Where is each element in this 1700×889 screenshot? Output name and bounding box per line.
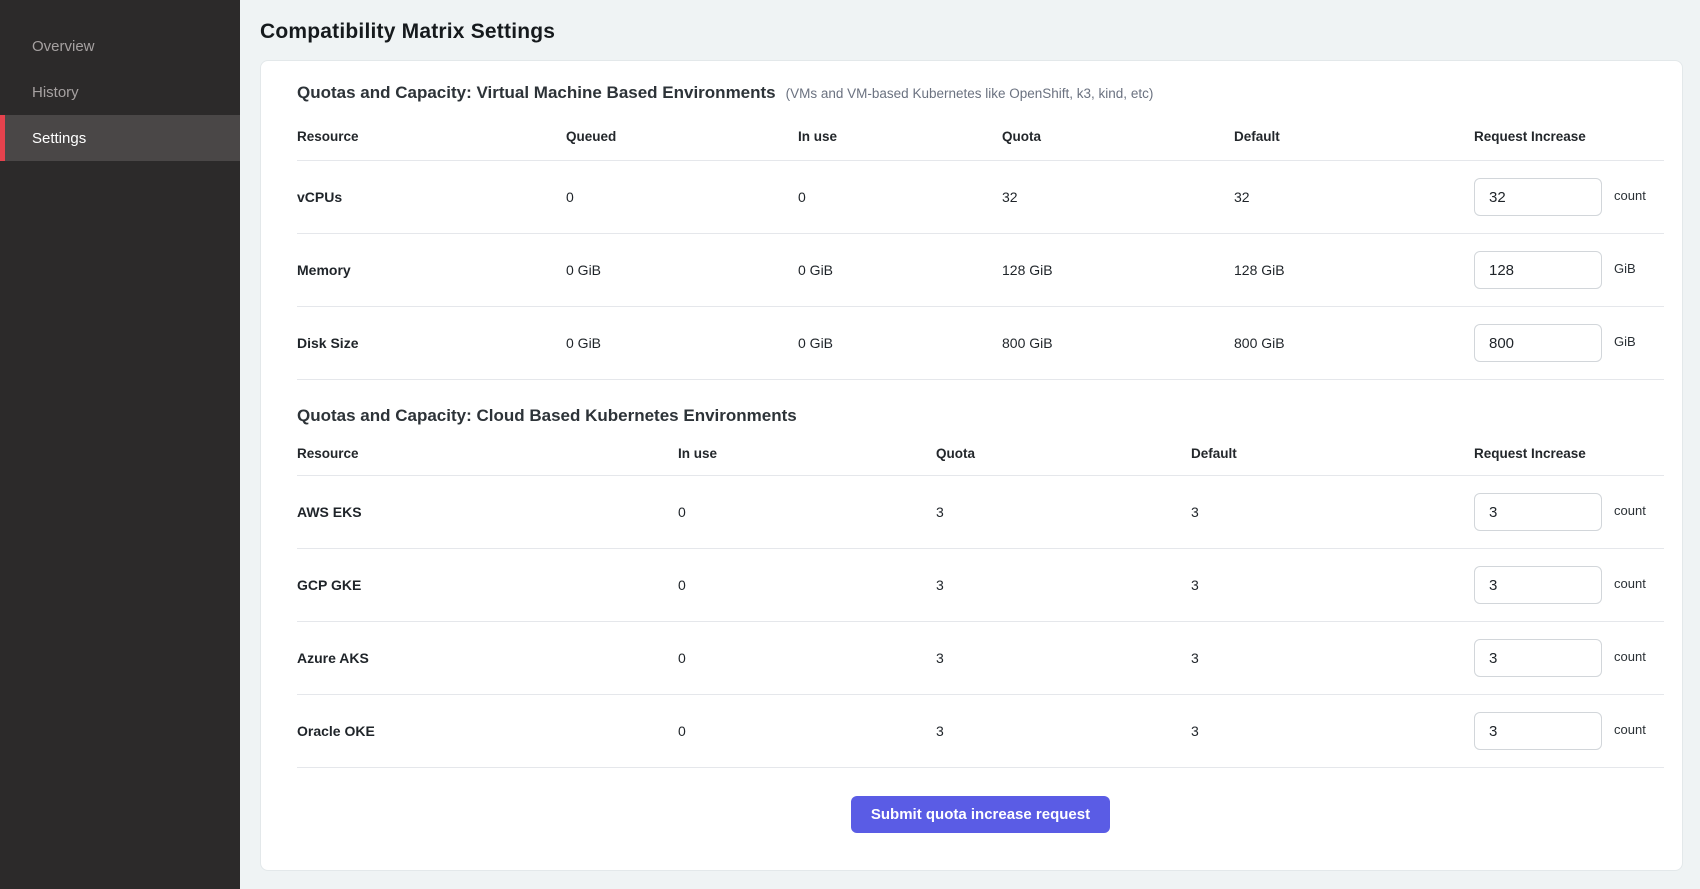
in-use-value: 0 bbox=[798, 189, 1002, 205]
cloud-quota-table: Resource In use Quota Default Request In… bbox=[297, 426, 1664, 768]
column-header-default: Default bbox=[1234, 129, 1474, 144]
quota-value: 3 bbox=[936, 723, 1191, 739]
column-header-request-increase: Request Increase bbox=[1474, 446, 1664, 461]
gcp-gke-request-input[interactable] bbox=[1474, 566, 1602, 604]
quota-value: 32 bbox=[1002, 189, 1234, 205]
table-row-memory: Memory 0 GiB 0 GiB 128 GiB 128 GiB GiB bbox=[297, 234, 1664, 307]
column-header-request-increase: Request Increase bbox=[1474, 129, 1664, 144]
request-increase-cell: GiB bbox=[1474, 251, 1664, 289]
column-header-in-use: In use bbox=[678, 446, 936, 461]
request-increase-cell: GiB bbox=[1474, 324, 1664, 362]
unit-label: count bbox=[1614, 503, 1646, 518]
table-row-aws-eks: AWS EKS 0 3 3 count bbox=[297, 476, 1664, 549]
column-header-in-use: In use bbox=[798, 129, 1002, 144]
default-value: 3 bbox=[1191, 504, 1474, 520]
in-use-value: 0 GiB bbox=[798, 335, 1002, 351]
request-increase-cell: count bbox=[1474, 712, 1664, 750]
sidebar: Overview History Settings bbox=[0, 0, 240, 889]
column-header-quota: Quota bbox=[1002, 129, 1234, 144]
table-row-azure-aks: Azure AKS 0 3 3 count bbox=[297, 622, 1664, 695]
vcpus-request-input[interactable] bbox=[1474, 178, 1602, 216]
oracle-oke-request-input[interactable] bbox=[1474, 712, 1602, 750]
default-value: 3 bbox=[1191, 723, 1474, 739]
column-header-queued: Queued bbox=[566, 129, 798, 144]
default-value: 800 GiB bbox=[1234, 335, 1474, 351]
request-increase-cell: count bbox=[1474, 493, 1664, 531]
in-use-value: 0 bbox=[678, 650, 936, 666]
cloud-section-header: Quotas and Capacity: Cloud Based Kuberne… bbox=[297, 406, 1664, 426]
quota-value: 3 bbox=[936, 577, 1191, 593]
queued-value: 0 GiB bbox=[566, 335, 798, 351]
sidebar-item-history[interactable]: History bbox=[0, 69, 240, 115]
azure-aks-request-input[interactable] bbox=[1474, 639, 1602, 677]
vm-quota-table: Resource Queued In use Quota Default Req… bbox=[297, 103, 1664, 380]
request-increase-cell: count bbox=[1474, 178, 1664, 216]
memory-request-input[interactable] bbox=[1474, 251, 1602, 289]
unit-label: count bbox=[1614, 576, 1646, 591]
request-increase-cell: count bbox=[1474, 639, 1664, 677]
sidebar-item-settings[interactable]: Settings bbox=[0, 115, 240, 161]
column-header-resource: Resource bbox=[297, 446, 678, 461]
default-value: 32 bbox=[1234, 189, 1474, 205]
quota-value: 3 bbox=[936, 504, 1191, 520]
vm-section-title: Quotas and Capacity: Virtual Machine Bas… bbox=[297, 83, 776, 103]
unit-label: GiB bbox=[1614, 334, 1636, 349]
table-row-disk-size: Disk Size 0 GiB 0 GiB 800 GiB 800 GiB Gi… bbox=[297, 307, 1664, 380]
submit-quota-increase-button[interactable]: Submit quota increase request bbox=[851, 796, 1110, 833]
queued-value: 0 bbox=[566, 189, 798, 205]
sidebar-item-label: Overview bbox=[32, 38, 95, 55]
unit-label: count bbox=[1614, 188, 1646, 203]
resource-name: Azure AKS bbox=[297, 650, 678, 666]
cloud-table-header-row: Resource In use Quota Default Request In… bbox=[297, 426, 1664, 476]
resource-name: Disk Size bbox=[297, 335, 566, 351]
in-use-value: 0 bbox=[678, 723, 936, 739]
vm-section-header: Quotas and Capacity: Virtual Machine Bas… bbox=[297, 83, 1664, 103]
quota-value: 3 bbox=[936, 650, 1191, 666]
settings-card: Quotas and Capacity: Virtual Machine Bas… bbox=[260, 60, 1683, 871]
table-row-vcpus: vCPUs 0 0 32 32 count bbox=[297, 161, 1664, 234]
disk-size-request-input[interactable] bbox=[1474, 324, 1602, 362]
quota-value: 800 GiB bbox=[1002, 335, 1234, 351]
in-use-value: 0 bbox=[678, 504, 936, 520]
column-header-resource: Resource bbox=[297, 129, 566, 144]
table-row-oracle-oke: Oracle OKE 0 3 3 count bbox=[297, 695, 1664, 768]
resource-name: AWS EKS bbox=[297, 504, 678, 520]
default-value: 3 bbox=[1191, 650, 1474, 666]
unit-label: count bbox=[1614, 649, 1646, 664]
unit-label: count bbox=[1614, 722, 1646, 737]
sidebar-item-label: Settings bbox=[32, 130, 86, 147]
column-header-default: Default bbox=[1191, 446, 1474, 461]
default-value: 128 GiB bbox=[1234, 262, 1474, 278]
in-use-value: 0 GiB bbox=[798, 262, 1002, 278]
queued-value: 0 GiB bbox=[566, 262, 798, 278]
sidebar-item-label: History bbox=[32, 84, 79, 101]
quota-value: 128 GiB bbox=[1002, 262, 1234, 278]
resource-name: vCPUs bbox=[297, 189, 566, 205]
vm-table-header-row: Resource Queued In use Quota Default Req… bbox=[297, 103, 1664, 161]
unit-label: GiB bbox=[1614, 261, 1636, 276]
resource-name: Memory bbox=[297, 262, 566, 278]
table-row-gcp-gke: GCP GKE 0 3 3 count bbox=[297, 549, 1664, 622]
in-use-value: 0 bbox=[678, 577, 936, 593]
page-title: Compatibility Matrix Settings bbox=[260, 20, 1683, 44]
aws-eks-request-input[interactable] bbox=[1474, 493, 1602, 531]
cloud-section-title: Quotas and Capacity: Cloud Based Kuberne… bbox=[297, 406, 797, 426]
column-header-quota: Quota bbox=[936, 446, 1191, 461]
request-increase-cell: count bbox=[1474, 566, 1664, 604]
resource-name: GCP GKE bbox=[297, 577, 678, 593]
resource-name: Oracle OKE bbox=[297, 723, 678, 739]
main-content: Compatibility Matrix Settings Quotas and… bbox=[240, 0, 1700, 889]
sidebar-item-overview[interactable]: Overview bbox=[0, 23, 240, 69]
vm-section-subtitle: (VMs and VM-based Kubernetes like OpenSh… bbox=[786, 86, 1154, 101]
default-value: 3 bbox=[1191, 577, 1474, 593]
submit-row: Submit quota increase request bbox=[297, 796, 1664, 833]
